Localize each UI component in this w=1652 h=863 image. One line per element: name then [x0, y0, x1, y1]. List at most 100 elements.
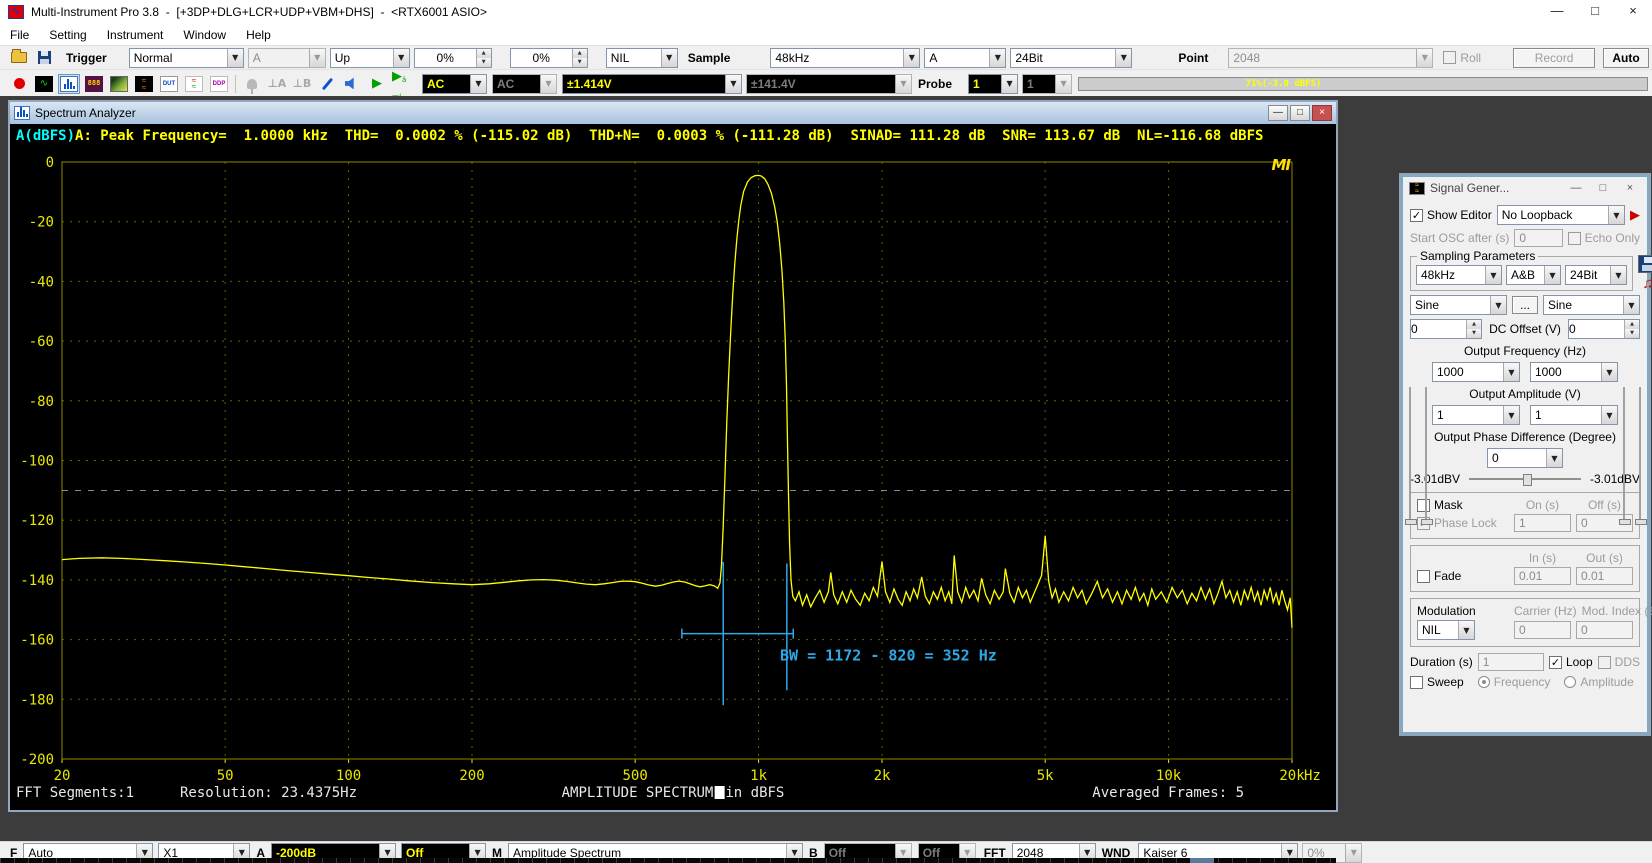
- trigger-edge-select[interactable]: Up▼: [330, 48, 410, 68]
- sweep-checkbox[interactable]: Sweep: [1410, 675, 1464, 689]
- minimize-button[interactable]: —: [1268, 105, 1288, 121]
- probe-pick-button[interactable]: [316, 74, 338, 94]
- chart-unit-label: in dBFS: [725, 785, 784, 801]
- menu-window[interactable]: Window: [173, 28, 236, 42]
- run-button[interactable]: ▶: [366, 74, 388, 94]
- output-amplitude-b-value: 1: [1531, 408, 1601, 422]
- maximize-button[interactable]: □: [1290, 105, 1310, 121]
- sample-rate-select[interactable]: 48kHz▼: [770, 48, 920, 68]
- save-file-button[interactable]: [33, 48, 55, 68]
- sample-channel-select[interactable]: A▼: [924, 48, 1006, 68]
- modulation-type-select[interactable]: NIL▼: [1417, 620, 1475, 640]
- output-amplitude-b-select[interactable]: 1▼: [1530, 405, 1618, 425]
- spin-up-icon[interactable]: ▲: [573, 49, 587, 58]
- spectrum-chart-area[interactable]: 0-20-40-60-80-100-120-140-160-180-200205…: [10, 148, 1336, 808]
- fade-checkbox[interactable]: Fade: [1417, 569, 1509, 583]
- more-options-button[interactable]: ...: [1512, 296, 1538, 314]
- spectrum-analyzer-icon: [60, 76, 78, 92]
- open-file-button[interactable]: [8, 48, 30, 68]
- y-tick-label: -80: [29, 394, 54, 410]
- spin-down-icon[interactable]: ▼: [1625, 329, 1639, 338]
- x-tick-label: 500: [623, 768, 648, 784]
- show-editor-checkbox[interactable]: Show Editor: [1410, 208, 1492, 222]
- hpf-select[interactable]: NIL▼: [606, 48, 678, 68]
- device-test-plan-button[interactable]: DUT: [158, 74, 180, 94]
- probe-a-select[interactable]: 1▼: [968, 74, 1018, 94]
- spin-down-icon[interactable]: ▼: [477, 58, 491, 67]
- amplitude-slider-a2[interactable]: [1425, 387, 1427, 525]
- derived-data-icon: ≈≈: [185, 76, 203, 92]
- spectrum-analyzer-button[interactable]: [58, 74, 80, 94]
- signal-generator-icon: ≈≈: [135, 76, 153, 92]
- spin-up-icon[interactable]: ▲: [1625, 320, 1639, 329]
- sample-bits-select[interactable]: 24Bit▼: [1010, 48, 1132, 68]
- loopback-select[interactable]: No Loopback▼: [1497, 205, 1625, 225]
- close-button[interactable]: ×: [1312, 105, 1332, 121]
- waveform-a-select[interactable]: Sine▼: [1410, 295, 1507, 315]
- oscilloscope-button[interactable]: ∿: [33, 74, 55, 94]
- signal-generator-button[interactable]: ≈≈: [133, 74, 155, 94]
- spectrum-trace: [62, 175, 1292, 627]
- generator-sample-rate-select[interactable]: 48kHz▼: [1416, 265, 1502, 285]
- spectrum-3d-button[interactable]: [108, 74, 130, 94]
- dc-offset-b-stepper[interactable]: 0▲▼: [1568, 319, 1640, 339]
- spin-up-icon[interactable]: ▲: [1467, 320, 1481, 329]
- y-tick-label: -40: [29, 274, 54, 290]
- vu-meter-text: 71%(-3.0 dBFS): [1113, 78, 1454, 90]
- sweep-amplitude-radio: Amplitude: [1564, 675, 1633, 689]
- auto-button[interactable]: Auto: [1603, 48, 1649, 68]
- dbv-right-label: -3.01dBV: [1590, 472, 1640, 486]
- dc-offset-a-stepper[interactable]: 0▲▼: [1410, 319, 1482, 339]
- start-osc-input: 0: [1514, 229, 1562, 247]
- multimeter-button[interactable]: 888: [83, 74, 105, 94]
- save-signal-button[interactable]: [1638, 255, 1652, 273]
- maximize-button[interactable]: □: [1592, 182, 1614, 194]
- dropdown-arrow-icon: ▼: [1503, 363, 1519, 381]
- sound-monitor-button[interactable]: [341, 74, 363, 94]
- output-amplitude-a-select[interactable]: 1▼: [1432, 405, 1520, 425]
- spectrum-3d-icon: [110, 76, 128, 92]
- mask-checkbox[interactable]: Mask: [1417, 498, 1509, 512]
- loop-checkbox[interactable]: Loop: [1549, 655, 1593, 669]
- output-frequency-b-select[interactable]: 1000▼: [1530, 362, 1618, 382]
- spectrum-window-titlebar[interactable]: Spectrum Analyzer — □ ×: [10, 102, 1336, 124]
- range-a-select[interactable]: ±1.414V▼: [562, 74, 742, 94]
- menu-setting[interactable]: Setting: [39, 28, 96, 42]
- balance-slider[interactable]: [1469, 478, 1581, 480]
- dropdown-arrow-icon: ▼: [661, 49, 677, 67]
- dc-offset-b-value: 0: [1569, 322, 1624, 336]
- music-note-icon[interactable]: ♫: [1638, 277, 1652, 291]
- start-generator-icon[interactable]: ▶: [1630, 207, 1640, 223]
- minimize-button[interactable]: —: [1565, 182, 1587, 194]
- menu-file[interactable]: File: [0, 28, 39, 42]
- generator-channels-select[interactable]: A&B▼: [1506, 265, 1561, 285]
- ddp-viewer-button[interactable]: DDP: [208, 74, 230, 94]
- maximize-button[interactable]: □: [1576, 0, 1614, 24]
- menu-instrument[interactable]: Instrument: [97, 28, 174, 42]
- record-data-button[interactable]: [8, 74, 30, 94]
- spin-up-icon[interactable]: ▲: [477, 49, 491, 58]
- menu-help[interactable]: Help: [236, 28, 281, 42]
- minimize-button[interactable]: —: [1538, 0, 1576, 24]
- output-frequency-a-select[interactable]: 1000▼: [1432, 362, 1520, 382]
- input-level-meter: 71%(-3.0 dBFS): [1078, 77, 1648, 91]
- trigger-mode-select[interactable]: Normal▼: [129, 48, 244, 68]
- run-loop-button[interactable]: ▶: [391, 74, 413, 94]
- spin-down-icon[interactable]: ▼: [573, 58, 587, 67]
- amplitude-slider-b2[interactable]: [1639, 387, 1641, 525]
- scrollbar-thumb[interactable]: [1190, 858, 1214, 863]
- generator-bits-select[interactable]: 24Bit▼: [1565, 265, 1627, 285]
- spin-down-icon[interactable]: ▼: [1467, 329, 1481, 338]
- coupling-a-select[interactable]: AC▼: [422, 74, 487, 94]
- trigger-level-stepper[interactable]: 0%▲▼: [414, 48, 492, 68]
- ground-a-icon: ⊥A: [268, 77, 287, 90]
- waveform-b-select[interactable]: Sine▼: [1543, 295, 1640, 315]
- trigger-delay-stepper[interactable]: 0%▲▼: [510, 48, 588, 68]
- output-phase-select[interactable]: 0▼: [1487, 448, 1563, 468]
- derived-data-button[interactable]: ≈≈: [183, 74, 205, 94]
- close-button[interactable]: ×: [1614, 0, 1652, 24]
- close-button[interactable]: ×: [1619, 182, 1641, 194]
- amplitude-slider-a1[interactable]: [1409, 387, 1411, 525]
- signal-generator-titlebar[interactable]: ≈≈ Signal Gener... — □ ×: [1403, 177, 1647, 199]
- amplitude-slider-b1[interactable]: [1623, 387, 1625, 525]
